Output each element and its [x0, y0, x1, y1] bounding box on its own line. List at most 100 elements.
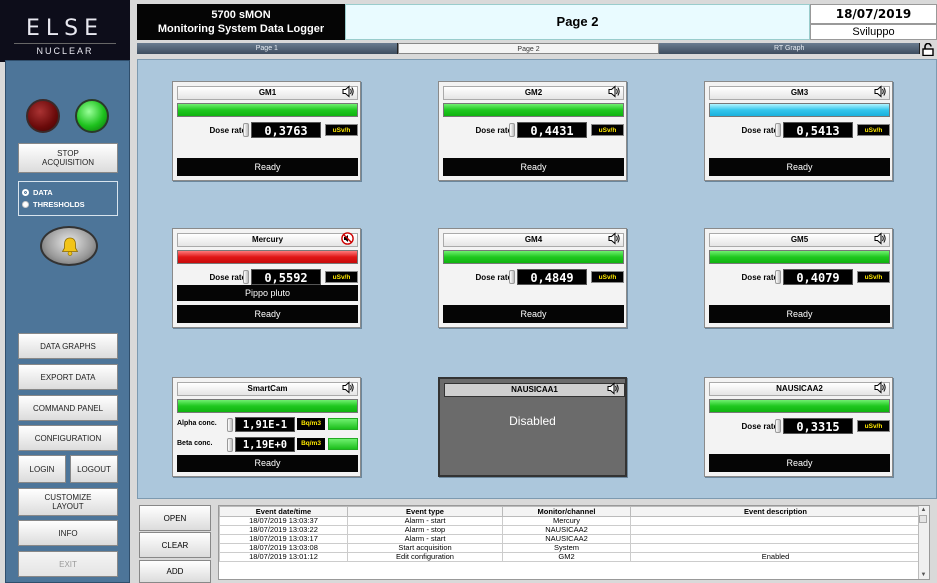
- dose-rate-label: Dose rate: [741, 273, 778, 282]
- speaker-icon[interactable]: [874, 381, 886, 394]
- dose-rate-value: 0,5592: [251, 269, 321, 285]
- event-description: [630, 516, 921, 526]
- table-row[interactable]: 18/07/2019 13:01:12 Edit configuration G…: [219, 552, 921, 562]
- login-button[interactable]: LOGIN: [18, 455, 66, 483]
- level-bar: [443, 103, 624, 117]
- event-log-scrollbar[interactable]: ▲ ▼: [918, 506, 929, 579]
- knob-icon[interactable]: [243, 123, 249, 137]
- info-button[interactable]: INFO: [18, 520, 118, 546]
- beta-status-indicator: [328, 438, 358, 450]
- level-bar: [177, 399, 358, 413]
- alpha-conc-unit: Bq/m3: [297, 418, 325, 430]
- dose-rate-value: 0,4079: [783, 269, 853, 285]
- tab-page-1[interactable]: Page 1: [137, 43, 398, 54]
- alarm-bell-button[interactable]: [40, 226, 98, 266]
- scroll-up-icon[interactable]: ▲: [919, 506, 928, 514]
- speaker-icon[interactable]: [874, 232, 886, 245]
- column-header[interactable]: Monitor/channel: [502, 506, 631, 517]
- event-table-header: Event date/time Event type Monitor/chann…: [219, 506, 921, 517]
- monitor-title: GM4: [443, 233, 624, 247]
- event-channel: GM2: [502, 552, 631, 562]
- status-led-green: [75, 99, 109, 133]
- monitor-note: Pippo pluto: [177, 285, 358, 301]
- scroll-down-icon[interactable]: ▼: [919, 571, 928, 579]
- logo-subtext: NUCLEAR: [14, 43, 116, 56]
- bell-icon: [61, 237, 79, 256]
- monitor-title: Mercury: [177, 233, 358, 247]
- dose-rate-value: 0,3315: [783, 418, 853, 434]
- dose-rate-value: 0,3763: [251, 122, 321, 138]
- alpha-status-indicator: [328, 418, 358, 430]
- speaker-icon[interactable]: [608, 85, 620, 98]
- monitor-panel-gm3[interactable]: GM3 Dose rate 0,5413 uSv/h Ready: [704, 81, 893, 181]
- knob-icon[interactable]: [227, 438, 233, 452]
- level-bar: [709, 250, 890, 264]
- event-table: Event date/time Event type Monitor/chann…: [219, 506, 921, 562]
- knob-icon[interactable]: [775, 270, 781, 284]
- event-description: [630, 534, 921, 544]
- knob-icon[interactable]: [227, 418, 233, 432]
- column-header[interactable]: Event type: [347, 506, 503, 517]
- customize-layout-button[interactable]: CUSTOMIZE LAYOUT: [18, 488, 118, 516]
- command-panel-button[interactable]: COMMAND PANEL: [18, 395, 118, 421]
- dose-rate-unit: uSv/h: [857, 271, 890, 283]
- level-bar: [177, 103, 358, 117]
- column-header[interactable]: Event description: [630, 506, 921, 517]
- configuration-button[interactable]: CONFIGURATION: [18, 425, 118, 451]
- export-data-button[interactable]: EXPORT DATA: [18, 364, 118, 390]
- knob-icon[interactable]: [775, 123, 781, 137]
- speaker-icon[interactable]: [608, 232, 620, 245]
- monitor-panel-mercury[interactable]: Mercury Dose rate 0,5592 uSv/h Pippo plu…: [172, 228, 361, 328]
- clear-button[interactable]: CLEAR: [139, 532, 211, 558]
- knob-icon[interactable]: [243, 270, 249, 284]
- else-nuclear-logo: ELSE NUCLEAR: [0, 0, 130, 62]
- dose-rate-unit: uSv/h: [591, 124, 624, 136]
- event-log: Event date/time Event type Monitor/chann…: [218, 505, 930, 580]
- tab-page-2[interactable]: Page 2: [397, 43, 660, 54]
- column-header[interactable]: Event date/time: [219, 506, 348, 517]
- monitor-status: Disabled: [509, 414, 556, 428]
- exit-button[interactable]: EXIT: [18, 551, 118, 577]
- monitor-panel-nausicaa1[interactable]: NAUSICAA1 Disabled: [438, 377, 627, 477]
- logo-text: ELSE: [25, 16, 105, 41]
- monitor-panel-gm4[interactable]: GM4 Dose rate 0,4849 uSv/h Ready: [438, 228, 627, 328]
- speaker-muted-icon[interactable]: [341, 232, 354, 245]
- add-button[interactable]: ADD: [139, 560, 211, 583]
- knob-icon[interactable]: [509, 270, 515, 284]
- dose-rate-unit: uSv/h: [325, 124, 358, 136]
- speaker-icon[interactable]: [607, 382, 619, 395]
- alarm-led-red: [26, 99, 60, 133]
- dose-rate-unit: uSv/h: [325, 271, 358, 283]
- knob-icon[interactable]: [775, 419, 781, 433]
- dose-rate-label: Dose rate: [209, 126, 246, 135]
- scroll-thumb[interactable]: [919, 515, 927, 523]
- radio-thresholds-label: THRESHOLDS: [33, 199, 85, 209]
- speaker-icon[interactable]: [874, 85, 886, 98]
- monitor-panel-gm5[interactable]: GM5 Dose rate 0,4079 uSv/h Ready: [704, 228, 893, 328]
- monitor-status: Ready: [709, 305, 890, 323]
- knob-icon[interactable]: [509, 123, 515, 137]
- dose-rate-unit: uSv/h: [591, 271, 624, 283]
- monitor-status: Ready: [177, 305, 358, 323]
- monitor-panel-gm1[interactable]: GM1 Dose rate 0,3763 uSv/h Ready: [172, 81, 361, 181]
- radio-data[interactable]: DATA: [22, 186, 117, 198]
- data-graphs-button[interactable]: DATA GRAPHS: [18, 333, 118, 359]
- speaker-icon[interactable]: [342, 85, 354, 98]
- level-bar: [709, 399, 890, 413]
- open-button[interactable]: OPEN: [139, 505, 211, 531]
- speaker-icon[interactable]: [342, 381, 354, 394]
- level-bar: [709, 103, 890, 117]
- radio-thresholds[interactable]: THRESHOLDS: [22, 198, 117, 210]
- tab-rt-graph[interactable]: RT Graph: [659, 43, 921, 54]
- monitor-panel-smartcam[interactable]: SmartCam Alpha conc. 1,91E-1 Bq/m3 Beta …: [172, 377, 361, 477]
- unlock-icon[interactable]: [921, 43, 935, 56]
- monitor-status: Ready: [709, 454, 890, 472]
- page-tabs: Page 1 Page 2 RT Graph: [137, 43, 921, 54]
- beta-conc-value: 1,19E+0: [235, 437, 295, 452]
- level-bar: [177, 250, 358, 264]
- stop-acquisition-button[interactable]: STOP ACQUISITION: [18, 143, 118, 173]
- monitor-panel-nausicaa2[interactable]: NAUSICAA2 Dose rate 0,3315 uSv/h Ready: [704, 377, 893, 477]
- logout-button[interactable]: LOGOUT: [70, 455, 118, 483]
- monitor-title: SmartCam: [177, 382, 358, 396]
- monitor-panel-gm2[interactable]: GM2 Dose rate 0,4431 uSv/h Ready: [438, 81, 627, 181]
